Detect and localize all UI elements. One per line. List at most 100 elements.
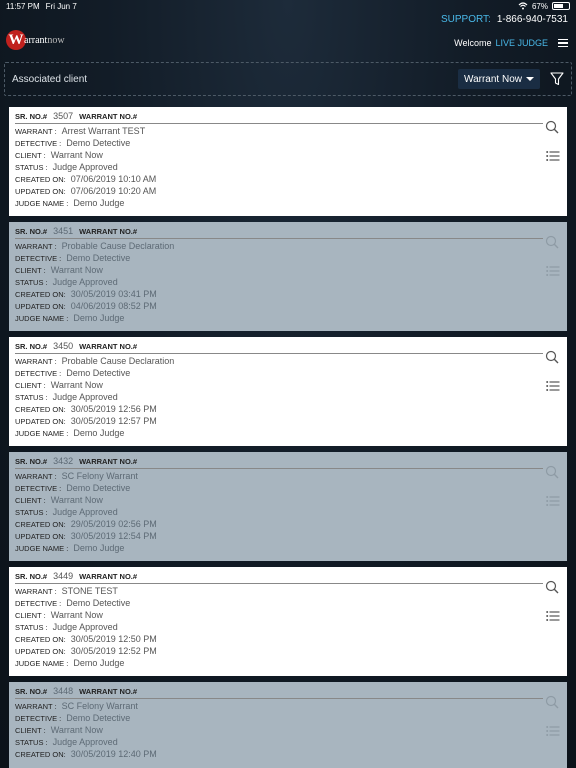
client-value: Warrant Now [50,150,103,160]
battery-icon [552,2,570,10]
logo-text-warrant: arrant [24,34,48,46]
detective-value: Demo Detective [66,483,131,493]
judge-value: Demo Judge [73,428,125,438]
warrant-no-label: WARRANT NO.# [79,112,138,121]
detective-value: Demo Detective [66,253,131,263]
card-header: SR. NO.# 3449 WARRANT NO.# [15,571,543,584]
detective-value: Demo Detective [66,368,131,378]
sr-no-value: 3450 [53,341,74,351]
warrant-no-label: WARRANT NO.# [79,687,138,696]
warrant-value: SC Felony Warrant [61,471,138,481]
warrant-card[interactable]: SR. NO.# 3507 WARRANT NO.# WARRANT : Arre… [9,107,567,216]
search-icon[interactable] [545,120,559,134]
created-label: CREATED ON: [15,174,66,184]
list-icon[interactable] [546,610,560,622]
welcome-label: Welcome [454,38,492,48]
search-icon[interactable] [545,580,559,594]
status-label: STATUS : [15,277,48,287]
judge-label: JUDGE NAME : [15,313,69,323]
warrant-label: WARRANT : [15,356,57,366]
client-label: CLIENT : [15,725,46,735]
judge-label: JUDGE NAME : [15,428,69,438]
detective-value: Demo Detective [66,713,131,723]
client-value: Warrant Now [50,725,103,735]
created-value: 30/05/2019 12:40 PM [70,749,157,759]
created-label: CREATED ON: [15,289,66,299]
warrant-label: WARRANT : [15,701,57,711]
created-label: CREATED ON: [15,749,66,759]
warrant-value: STONE TEST [61,586,118,596]
updated-label: UPDATED ON: [15,416,66,426]
status-value: Judge Approved [52,622,118,632]
sr-no-value: 3448 [53,686,74,696]
search-icon[interactable] [545,235,559,249]
updated-label: UPDATED ON: [15,646,66,656]
logo-text: arrantnow [24,35,65,46]
created-value: 07/06/2019 10:10 AM [70,174,157,184]
sr-no-value: 3432 [53,456,74,466]
app-logo[interactable]: W arrantnow [6,30,65,50]
support-phone[interactable]: 1-866-940-7531 [497,14,568,25]
updated-value: 30/05/2019 12:52 PM [70,646,157,656]
judge-value: Demo Judge [73,198,125,208]
updated-value: 07/06/2019 10:20 AM [70,186,157,196]
client-value: Warrant Now [50,380,103,390]
warrant-card[interactable]: SR. NO.# 3451 WARRANT NO.# WARRANT : Prob… [9,222,567,331]
client-label: CLIENT : [15,150,46,160]
client-label: CLIENT : [15,610,46,620]
sr-no-value: 3449 [53,571,74,581]
warrant-card[interactable]: SR. NO.# 3448 WARRANT NO.# WARRANT : SC F… [9,682,567,768]
list-icon[interactable] [546,725,560,737]
created-label: CREATED ON: [15,404,66,414]
client-dropdown-value: Warrant Now [464,73,522,85]
status-value: Judge Approved [52,737,118,747]
warrant-card[interactable]: SR. NO.# 3450 WARRANT NO.# WARRANT : Prob… [9,337,567,446]
warrant-value: Probable Cause Declaration [61,356,175,366]
battery-percent: 67% [531,1,548,11]
sr-no-label: SR. NO.# [15,687,48,696]
client-value: Warrant Now [50,265,103,275]
created-value: 29/05/2019 02:56 PM [70,519,157,529]
warrant-list: SR. NO.# 3507 WARRANT NO.# WARRANT : Arre… [9,107,567,768]
updated-value: 30/05/2019 12:57 PM [70,416,157,426]
status-label: STATUS : [15,162,48,172]
search-icon[interactable] [545,350,559,364]
updated-value: 30/05/2019 12:54 PM [70,531,157,541]
warrant-card[interactable]: SR. NO.# 3449 WARRANT NO.# WARRANT : STON… [9,567,567,676]
warrant-label: WARRANT : [15,241,57,251]
detective-label: DETECTIVE : [15,138,62,148]
sr-no-label: SR. NO.# [15,112,48,121]
updated-label: UPDATED ON: [15,186,66,196]
client-label: CLIENT : [15,265,46,275]
card-header: SR. NO.# 3432 WARRANT NO.# [15,456,543,469]
warrant-no-label: WARRANT NO.# [79,227,138,236]
card-header: SR. NO.# 3450 WARRANT NO.# [15,341,543,354]
detective-label: DETECTIVE : [15,368,62,378]
search-icon[interactable] [545,465,559,479]
client-value: Warrant Now [50,610,103,620]
menu-icon[interactable] [558,38,568,48]
sr-no-label: SR. NO.# [15,342,48,351]
warrant-value: Probable Cause Declaration [61,241,175,251]
list-icon[interactable] [546,265,560,277]
warrant-no-label: WARRANT NO.# [79,572,138,581]
judge-value: Demo Judge [73,543,125,553]
filter-icon[interactable] [550,72,564,86]
list-icon[interactable] [546,150,560,162]
status-date: Fri Jun 7 [45,1,77,11]
card-header: SR. NO.# 3507 WARRANT NO.# [15,111,543,124]
warrant-label: WARRANT : [15,126,57,136]
client-dropdown[interactable]: Warrant Now [458,69,540,89]
list-icon[interactable] [546,380,560,392]
warrant-label: WARRANT : [15,471,57,481]
status-value: Judge Approved [52,392,118,402]
list-icon[interactable] [546,495,560,507]
search-icon[interactable] [545,695,559,709]
detective-label: DETECTIVE : [15,713,62,723]
client-label: CLIENT : [15,495,46,505]
sr-no-label: SR. NO.# [15,572,48,581]
welcome-area: Welcome LIVE JUDGE [454,38,568,48]
warrant-card[interactable]: SR. NO.# 3432 WARRANT NO.# WARRANT : SC F… [9,452,567,561]
created-label: CREATED ON: [15,519,66,529]
judge-label: JUDGE NAME : [15,198,69,208]
